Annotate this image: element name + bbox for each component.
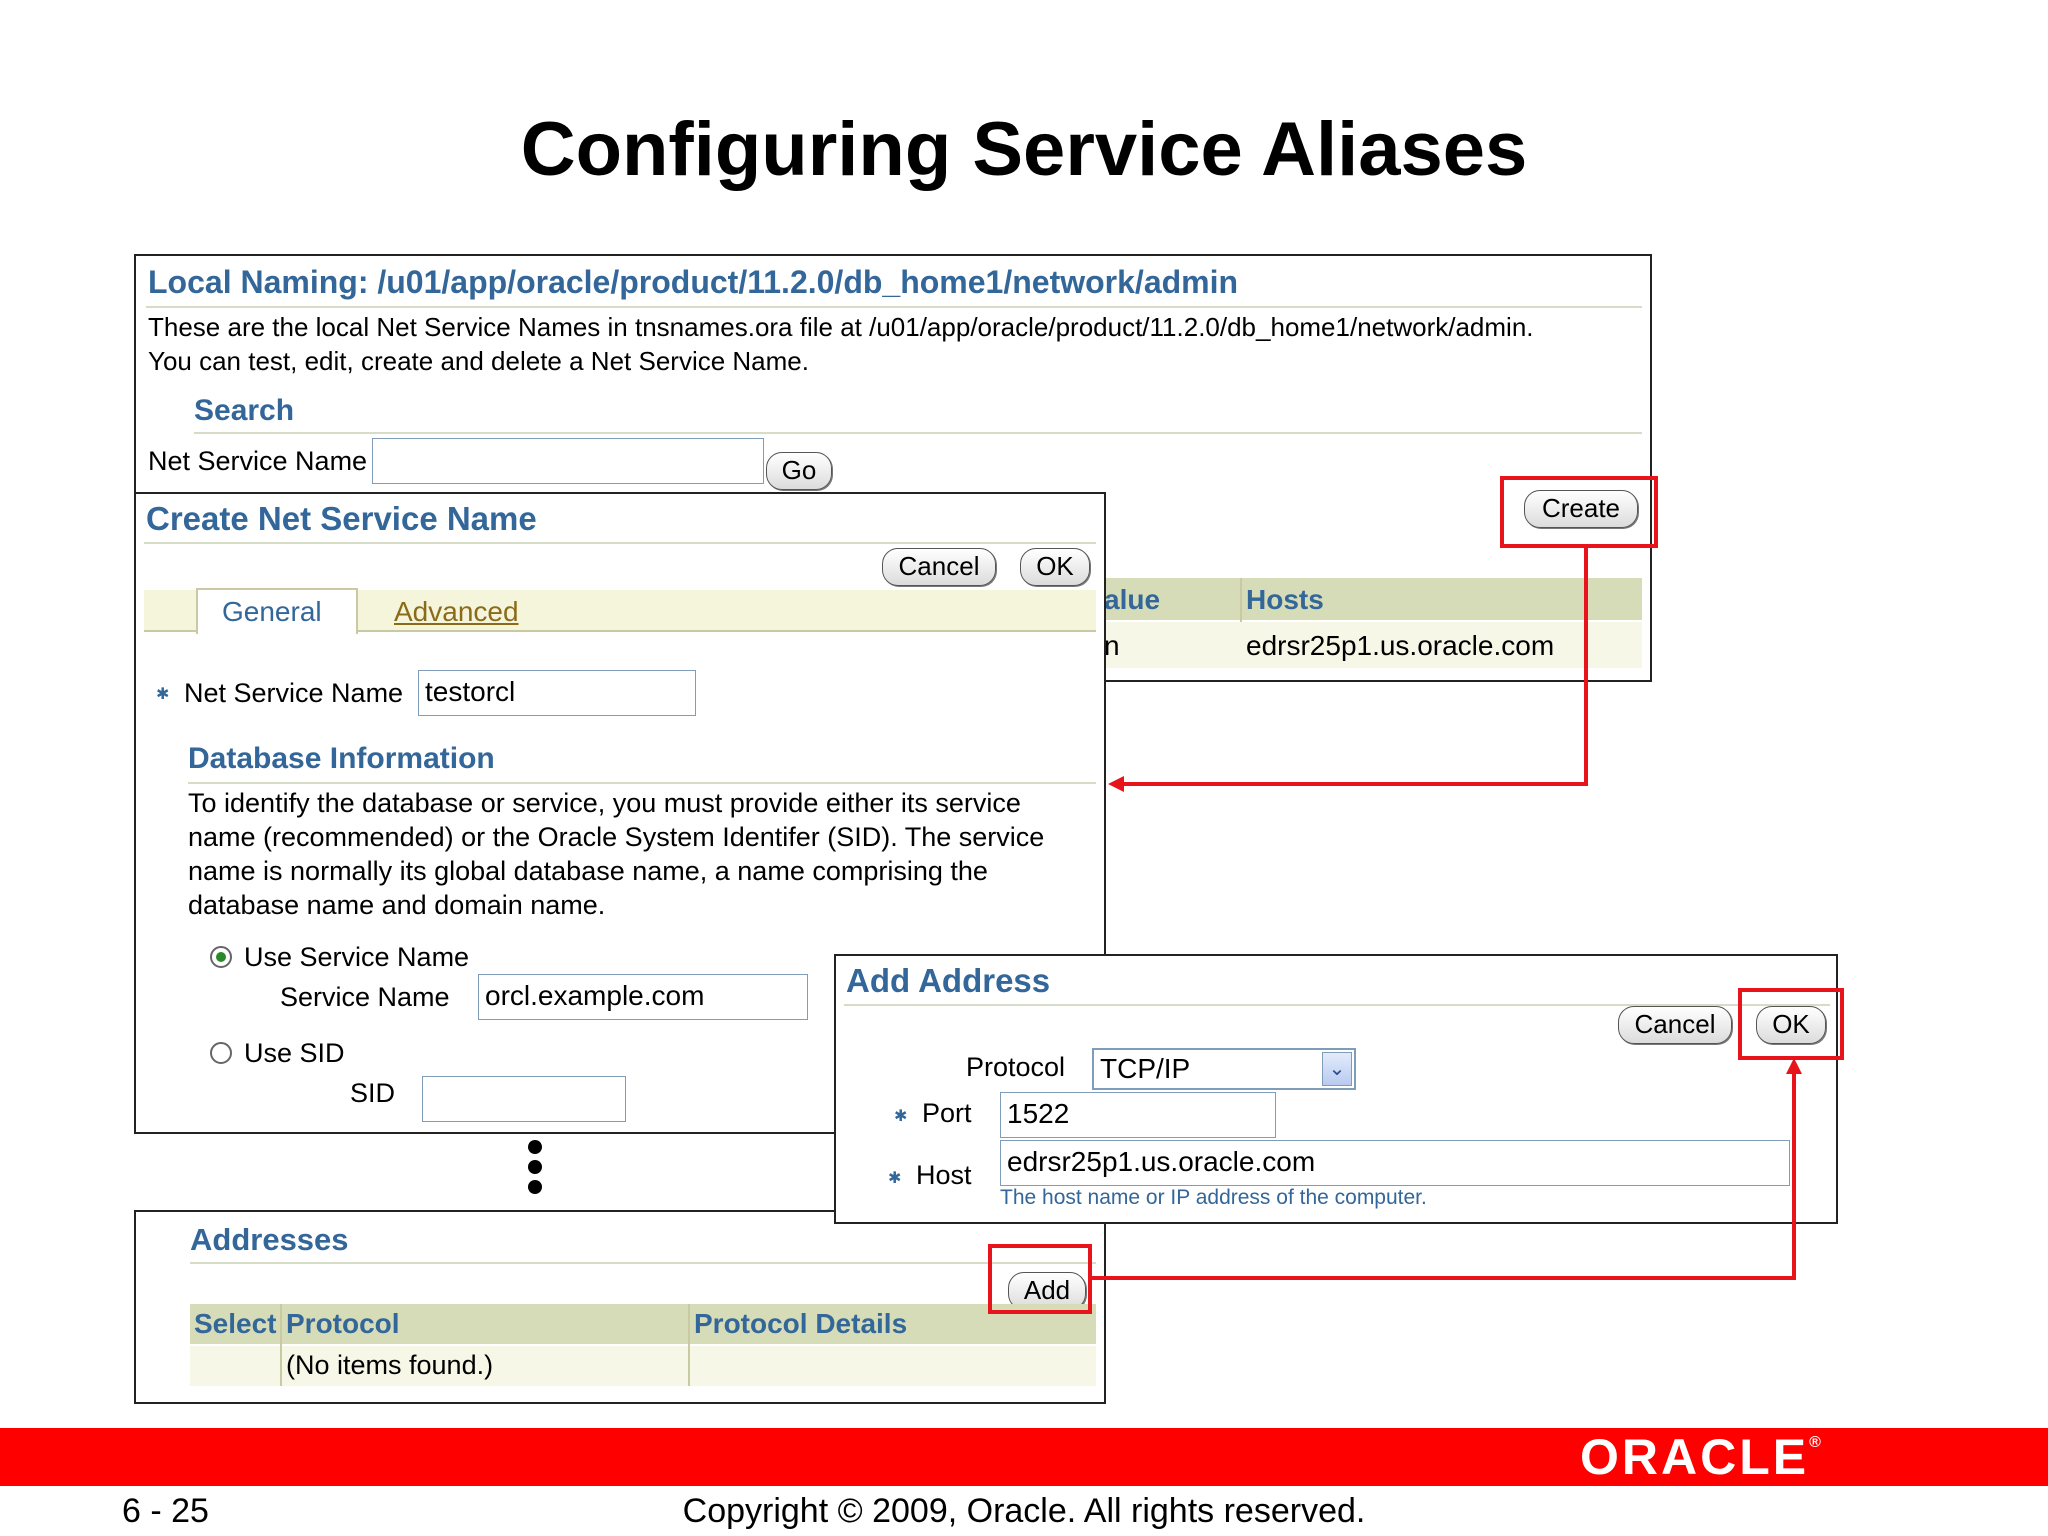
search-heading: Search — [194, 394, 295, 427]
arrow-up-icon — [1786, 1058, 1802, 1074]
use-service-name-radio[interactable] — [210, 946, 232, 968]
service-name-input[interactable]: orcl.example.com — [478, 974, 808, 1020]
empty-message: (No items found.) — [286, 1350, 494, 1380]
cancel-button[interactable]: Cancel — [882, 548, 996, 586]
required-icon: ✱ — [894, 1106, 908, 1125]
connector-line — [1584, 548, 1588, 786]
arrow-left-icon — [1108, 776, 1124, 792]
column-header-value: alue — [1104, 584, 1161, 615]
required-icon: ✱ — [888, 1168, 902, 1187]
oracle-logo-text: ORACLE — [1580, 1429, 1810, 1485]
port-label: Port — [922, 1098, 972, 1128]
go-button[interactable]: Go — [766, 452, 832, 490]
column-header-hosts: Hosts — [1246, 584, 1324, 615]
add-address-panel: Add Address Cancel OK Protocol TCP/IP ⌄ … — [834, 954, 1838, 1224]
host-hint: The host name or IP address of the compu… — [1000, 1186, 1427, 1209]
more-icon — [528, 1140, 542, 1196]
local-naming-title: Local Naming: /u01/app/oracle/product/11… — [148, 264, 1239, 300]
addresses-panel: Addresses Add Select Protocol Protocol D… — [134, 1210, 1106, 1404]
table-cell: n — [1104, 630, 1120, 661]
cancel-button[interactable]: Cancel — [1618, 1006, 1732, 1044]
addresses-title: Addresses — [190, 1222, 349, 1257]
local-naming-description-1: These are the local Net Service Names in… — [148, 312, 1534, 342]
divider — [188, 782, 1096, 784]
db-info-text-1: To identify the database or service, you… — [188, 788, 1021, 818]
column-header-protocol: Protocol — [286, 1308, 400, 1339]
create-highlight — [1500, 476, 1658, 548]
add-address-title: Add Address — [846, 962, 1051, 999]
divider — [194, 432, 1642, 434]
host-input[interactable]: edrsr25p1.us.oracle.com — [1000, 1140, 1790, 1186]
table-cell: edrsr25p1.us.oracle.com — [1246, 630, 1555, 661]
create-nsn-title: Create Net Service Name — [146, 500, 537, 537]
protocol-select[interactable]: TCP/IP ⌄ — [1092, 1048, 1356, 1090]
db-info-text-2: name (recommended) or the Oracle System … — [188, 822, 1045, 852]
host-label: Host — [916, 1160, 972, 1190]
registered-mark: ® — [1809, 1434, 1824, 1451]
tab-general[interactable]: General — [196, 588, 358, 634]
port-input[interactable]: 1522 — [1000, 1092, 1276, 1138]
tab-advanced[interactable]: Advanced — [394, 596, 519, 628]
use-sid-radio[interactable] — [210, 1042, 232, 1064]
local-naming-description-2: You can test, edit, create and delete a … — [148, 346, 809, 376]
column-header-protocol-details: Protocol Details — [694, 1308, 908, 1339]
connector-line — [1092, 1276, 1796, 1280]
divider — [146, 306, 1642, 308]
connector-line — [1792, 1072, 1796, 1280]
column-divider — [280, 1304, 282, 1386]
slide-title: Configuring Service Aliases — [520, 107, 1528, 192]
database-information-heading: Database Information — [188, 742, 495, 775]
divider — [144, 542, 1096, 544]
copyright: Copyright © 2009, Oracle. All rights res… — [682, 1492, 1366, 1530]
sid-label: SID — [350, 1078, 396, 1108]
tab-general-label: General — [222, 596, 322, 627]
required-icon: ✱ — [156, 684, 170, 703]
search-input[interactable] — [372, 438, 764, 484]
nsn-label: Net Service Name — [184, 678, 404, 708]
ok-button[interactable]: OK — [1020, 548, 1090, 586]
use-service-name-label: Use Service Name — [244, 942, 470, 972]
divider — [190, 1262, 1096, 1264]
sid-input[interactable] — [422, 1076, 626, 1122]
chevron-down-icon[interactable]: ⌄ — [1322, 1052, 1352, 1086]
db-info-text-4: database name and domain name. — [188, 890, 606, 920]
oracle-logo: ORACLE® — [1580, 1428, 1824, 1486]
net-service-name-input[interactable]: testorcl — [418, 670, 696, 716]
column-divider — [688, 1304, 690, 1386]
use-sid-label: Use SID — [244, 1038, 345, 1068]
search-label: Net Service Name — [148, 446, 368, 476]
protocol-label: Protocol — [966, 1052, 1066, 1082]
column-header-select: Select — [194, 1308, 277, 1339]
ok-highlight — [1738, 988, 1844, 1060]
db-info-text-3: name is normally its global database nam… — [188, 856, 988, 886]
connector-line — [1122, 782, 1588, 786]
results-header — [1100, 578, 1642, 620]
add-highlight — [988, 1244, 1092, 1314]
protocol-selected-value: TCP/IP — [1100, 1053, 1191, 1084]
service-name-label: Service Name — [280, 982, 450, 1012]
